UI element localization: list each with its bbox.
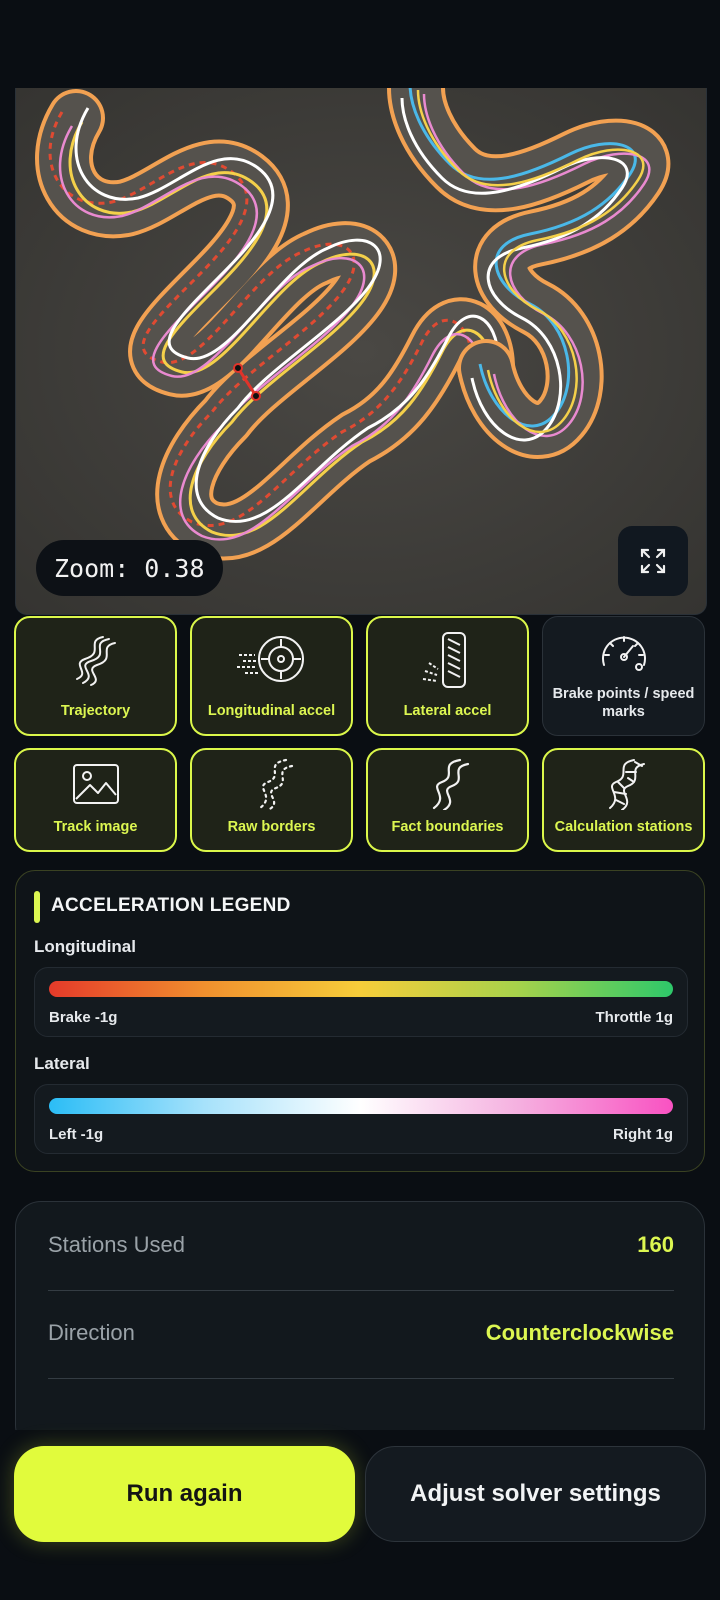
ladder-path-icon [608, 759, 645, 810]
layer-toggle-brake-points[interactable]: Brake points / speed marks [542, 616, 705, 736]
tire-icon [422, 632, 466, 688]
fullscreen-button[interactable] [618, 526, 688, 596]
layer-toggle-calculation-stations[interactable]: Calculation stations [542, 748, 705, 852]
stat-key: Direction [48, 1320, 135, 1345]
layer-toggle-track-image[interactable]: Track image [14, 748, 177, 852]
trajectory-icon [75, 636, 116, 686]
lateral-gradient-box: Left -1g Right 1g [34, 1084, 688, 1154]
stat-row-stations-used: Stations Used 160 [48, 1202, 674, 1291]
longitudinal-gradient-box: Brake -1g Throttle 1g [34, 967, 688, 1037]
lateral-label: Lateral [34, 1054, 90, 1073]
legend-title: ACCELERATION LEGEND [51, 895, 291, 916]
layer-label: Lateral accel [403, 703, 492, 719]
expand-icon [640, 548, 666, 574]
stat-value: Counterclockwise [485, 1320, 674, 1345]
layer-toggle-fact-boundaries[interactable]: Fact boundaries [366, 748, 529, 852]
layer-label: Longitudinal accel [207, 703, 336, 719]
acceleration-legend: ACCELERATION LEGEND Longitudinal Brake -… [15, 870, 705, 1172]
stat-row-direction: Direction Counterclockwise [48, 1290, 674, 1379]
run-stats-card: Stations Used 160 Direction Counterclock… [15, 1201, 705, 1451]
curve-path-icon [432, 758, 469, 810]
layer-label: Fact boundaries [391, 819, 504, 835]
wheel-speed-icon [236, 636, 304, 682]
speedometer-icon [601, 636, 646, 671]
longitudinal-max-label: Throttle 1g [595, 1009, 674, 1026]
layer-toggle-trajectory[interactable]: Trajectory [14, 616, 177, 736]
lateral-min-label: Left -1g [49, 1126, 104, 1143]
dotted-path-icon [258, 758, 293, 810]
track-map-viewer[interactable]: Zoom: 0.38 [15, 88, 707, 615]
adjust-solver-settings-button[interactable]: Adjust solver settings [365, 1446, 706, 1542]
image-icon [72, 764, 119, 804]
zoom-level-readout: Zoom: 0.38 [36, 540, 223, 596]
legend-accent-bar [34, 891, 40, 923]
layer-label: Raw borders [227, 819, 316, 835]
lateral-gradient-bar [49, 1098, 673, 1114]
action-footer: Run again Adjust solver settings [0, 1430, 720, 1600]
layer-toggle-longitudinal-accel[interactable]: Longitudinal accel [190, 616, 353, 736]
longitudinal-min-label: Brake -1g [49, 1009, 118, 1026]
layer-toggle-raw-borders[interactable]: Raw borders [190, 748, 353, 852]
longitudinal-gradient-bar [49, 981, 673, 997]
layer-label: Track image [53, 819, 138, 835]
run-again-button[interactable]: Run again [14, 1446, 355, 1542]
longitudinal-label: Longitudinal [34, 937, 136, 956]
stat-value: 160 [637, 1232, 674, 1257]
track-map-image [16, 88, 706, 614]
layer-toggle-lateral-accel[interactable]: Lateral accel [366, 616, 529, 736]
layer-label: Trajectory [60, 703, 131, 719]
layer-label: Calculation stations [554, 819, 693, 835]
lateral-max-label: Right 1g [613, 1126, 673, 1143]
layer-label: Brake points / speed marks [552, 686, 695, 720]
stat-key: Stations Used [48, 1232, 185, 1257]
